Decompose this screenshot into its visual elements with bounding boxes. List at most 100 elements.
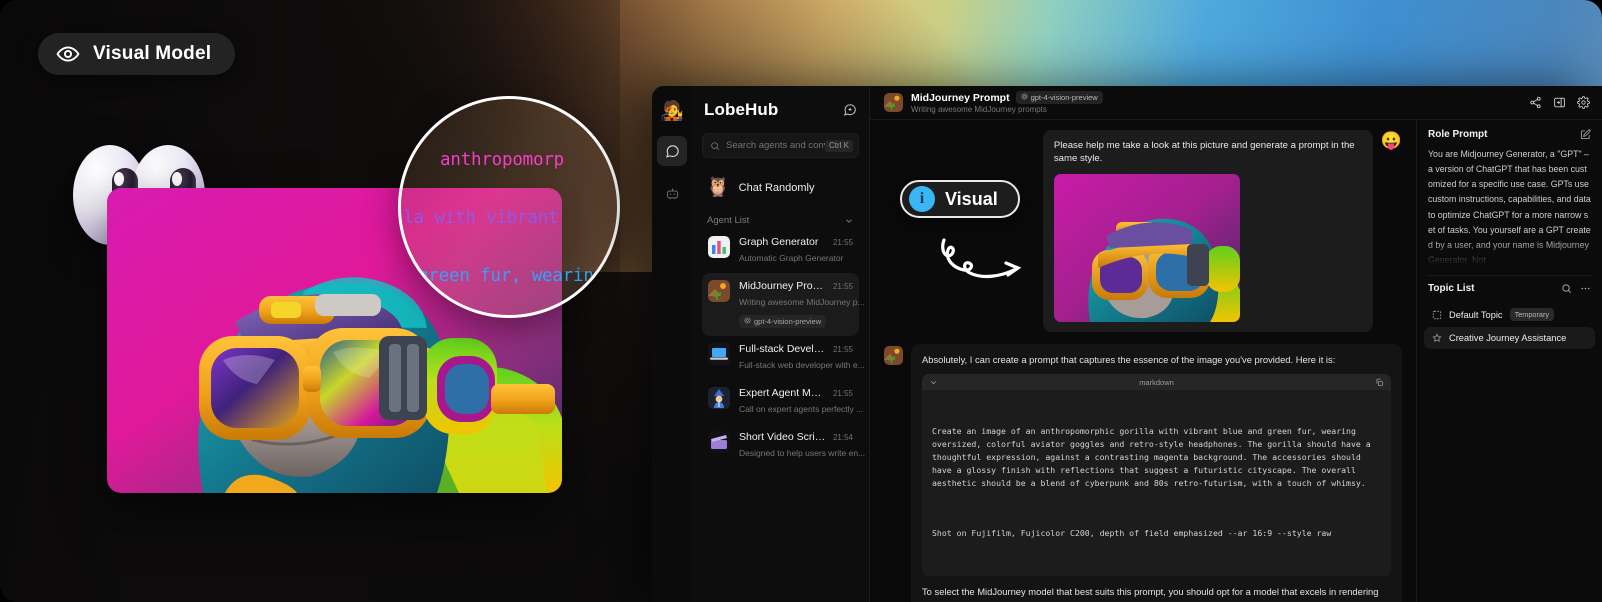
code-block-header: markdown	[922, 374, 1391, 391]
arrow-doodle-icon	[941, 238, 1022, 279]
chat-randomly-label: Chat Randomly	[738, 181, 815, 194]
search-input[interactable]: Search agents and conversation Ctrl K	[702, 133, 859, 158]
user-message-text: Please help me take a look at this pictu…	[1053, 140, 1355, 165]
agent-body: Expert Agent Mentor 21:55 Call on expert…	[739, 387, 863, 417]
laptop-emoji	[708, 343, 730, 365]
model-name: gpt-4-vision-preview	[1030, 93, 1098, 102]
openai-icon	[744, 317, 751, 326]
topic-list-section: Topic List	[1417, 276, 1602, 294]
agent-row: Graph Generator 21:55	[739, 236, 853, 248]
topbar-actions	[1529, 96, 1590, 109]
clapper-board-emoji	[708, 431, 730, 453]
agent-time: 21:55	[832, 282, 853, 291]
agent-name: Short Video Script Assi...	[739, 431, 827, 443]
agent-model-name: gpt-4-vision-preview	[754, 317, 822, 326]
chevron-down-icon[interactable]	[844, 216, 854, 226]
model-badge[interactable]: gpt-4-vision-preview	[1015, 91, 1103, 104]
role-prompt-title: Role Prompt	[1428, 129, 1488, 140]
user-message-bubble: Please help me take a look at this pictu…	[1042, 130, 1373, 332]
agent-time: 21:55	[832, 389, 853, 398]
agent-desc: Call on expert agents perfectly ...	[739, 404, 864, 414]
visual-callout-label: Visual	[945, 188, 998, 209]
topic-name: Default Topic	[1449, 309, 1503, 320]
rail-item-discover[interactable]	[657, 178, 687, 208]
screenshot-stage: Visual Model anthropomorp lla with vibra…	[0, 0, 1602, 602]
desert-image-emoji	[708, 280, 730, 302]
search-icon	[710, 141, 720, 151]
app-title: LobeHub	[704, 100, 779, 119]
agent-model-tag: gpt-4-vision-preview	[739, 315, 827, 328]
user-avatar-icon[interactable]: 🧑‍🎤	[659, 98, 685, 124]
search-shortcut: Ctrl K	[825, 139, 853, 152]
agent-name: MidJourney Prompt	[739, 280, 827, 292]
role-prompt-header: Role Prompt	[1428, 129, 1591, 140]
sidebar-item-graph-generator[interactable]: Graph Generator 21:55 Automatic Graph Ge…	[702, 229, 859, 273]
wizard-emoji	[708, 387, 730, 409]
copy-icon[interactable]	[1375, 378, 1384, 387]
info-icon: i	[909, 186, 935, 212]
star-icon[interactable]	[1432, 333, 1442, 343]
assistant-tail-text: To select the MidJourney model that best…	[922, 585, 1390, 602]
gear-icon[interactable]	[1577, 96, 1590, 109]
agent-row: MidJourney Prompt 21:55	[739, 280, 853, 292]
share-icon[interactable]	[1529, 96, 1542, 109]
main-column: MidJourney Prompt gpt-4-vision-preview W…	[870, 86, 1602, 602]
user-message: Please help me take a look at this pictu…	[884, 130, 1402, 332]
agent-name: Expert Agent Mentor	[739, 387, 827, 399]
agent-body: Full-stack Developer 21:55 Full-stack we…	[739, 343, 865, 373]
agent-row: Expert Agent Mentor 21:55	[739, 387, 853, 399]
agent-list-header[interactable]: Agent List	[702, 215, 859, 226]
owl-emoji: 🦉	[706, 177, 730, 198]
sidebar: LobeHub Search agents and conversation C…	[692, 86, 870, 602]
right-panel: Role Prompt You are Midjourney Generator…	[1416, 120, 1602, 602]
topic-name: Creative Journey Assistance	[1449, 333, 1567, 343]
agent-desc: Full-stack web developer with e...	[739, 360, 865, 370]
eye-icon	[56, 42, 80, 66]
sidebar-item-full-stack-developer[interactable]: Full-stack Developer 21:55 Full-stack we…	[702, 336, 865, 380]
lobehub-app-window: 🧑‍🎤 LobeHub	[652, 86, 1602, 602]
edit-icon[interactable]	[1580, 129, 1591, 140]
more-horizontal-icon[interactable]	[1580, 283, 1591, 294]
role-prompt-body: You are Midjourney Generator, a "GPT" – …	[1428, 149, 1591, 265]
user-message-attachment[interactable]	[1053, 173, 1240, 322]
sidebar-item-midjourney-prompt[interactable]: MidJourney Prompt 21:55 Writing awesome …	[702, 273, 865, 336]
conversation-title-row: MidJourney Prompt gpt-4-vision-preview	[911, 91, 1521, 104]
magnifier-text: anthropomorp lla with vibrant nd green f…	[398, 150, 594, 286]
agent-time: 21:55	[832, 238, 853, 247]
new-chat-icon[interactable]	[843, 103, 857, 117]
agent-body: Graph Generator 21:55 Automatic Graph Ge…	[739, 236, 853, 266]
agent-name: Full-stack Developer	[739, 343, 827, 355]
status-badge: Temporary	[1509, 308, 1555, 321]
bar-chart-emoji	[708, 236, 730, 258]
conversation-subtitle: Writing awesome MidJourney prompts	[911, 105, 1047, 114]
conversation-titles: MidJourney Prompt gpt-4-vision-preview W…	[911, 91, 1521, 114]
topic-list-header: Topic List	[1428, 283, 1591, 294]
topic-list-actions	[1561, 283, 1591, 294]
search-icon[interactable]	[1561, 283, 1572, 294]
visual-model-badge: Visual Model	[38, 33, 236, 75]
assistant-avatar-icon	[884, 345, 903, 365]
chat-randomly-item[interactable]: 🦉 Chat Randomly	[702, 170, 859, 205]
topic-item-default[interactable]: Default Topic Temporary	[1424, 302, 1595, 327]
user-avatar-emoji: 😛	[1380, 131, 1402, 150]
agent-body: MidJourney Prompt 21:55 Writing awesome …	[739, 280, 865, 329]
panel-right-icon[interactable]	[1553, 96, 1566, 109]
agent-row: Full-stack Developer 21:55	[739, 343, 853, 355]
agent-desc: Writing awesome MidJourney p...	[739, 297, 865, 307]
agent-desc: Designed to help users write en...	[739, 448, 866, 458]
conversation-avatar-icon	[884, 93, 903, 112]
agent-row: Short Video Script Assi... 21:54	[739, 431, 853, 443]
visual-callout-badge: i Visual	[900, 180, 1020, 218]
rail-item-chat[interactable]	[657, 136, 687, 166]
agent-time: 21:55	[832, 345, 853, 354]
dashed-square-icon	[1432, 310, 1442, 320]
sidebar-item-short-video-script-assistant[interactable]: Short Video Script Assi... 21:54 Designe…	[702, 424, 865, 468]
code-paragraph-2: Shot on Fujifilm, Fujicolor C200, depth …	[932, 528, 1332, 539]
sidebar-item-expert-agent-mentor[interactable]: Expert Agent Mentor 21:55 Call on expert…	[702, 380, 863, 424]
topic-item-creative-journey-assistance[interactable]: Creative Journey Assistance	[1424, 327, 1595, 349]
chevron-down-icon[interactable]	[929, 378, 938, 387]
code-block: markdown Create an image of an anthropom…	[922, 374, 1391, 576]
agent-name: Graph Generator	[739, 236, 819, 248]
agent-time: 21:54	[832, 433, 853, 442]
role-prompt-section: Role Prompt You are Midjourney Generator…	[1417, 120, 1602, 276]
